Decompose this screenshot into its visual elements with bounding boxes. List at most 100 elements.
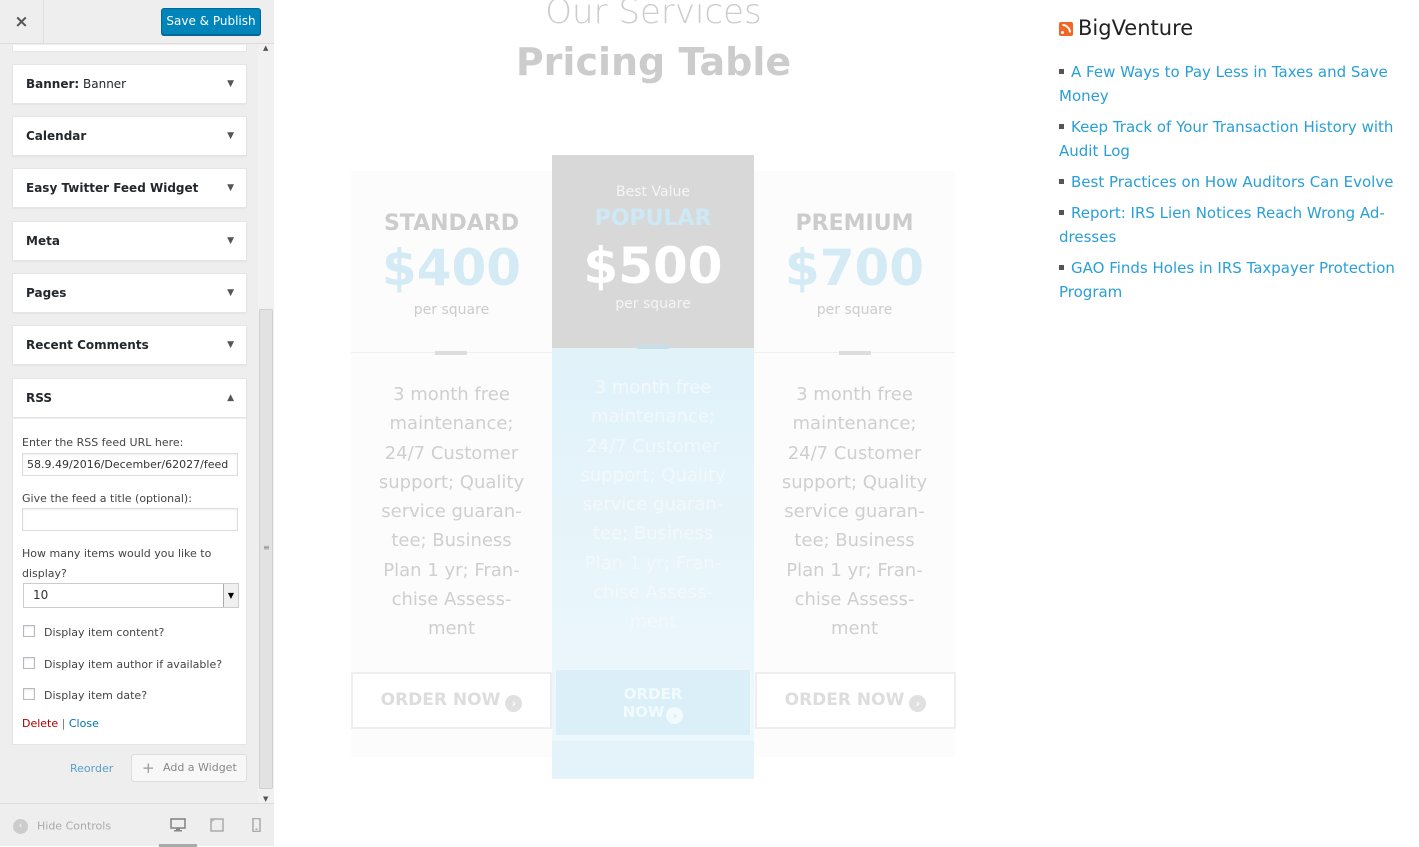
divider-accent bbox=[435, 351, 467, 355]
plan-unit: per square bbox=[816, 302, 893, 318]
widget-banner[interactable]: Banner: Banner ▼ bbox=[12, 64, 247, 104]
pricing-column-popular: Best Value POPULAR $500 per square 3 mon… bbox=[552, 155, 754, 779]
show-author-checkbox[interactable] bbox=[23, 657, 35, 669]
collapse-arrow-icon[interactable]: ▲ bbox=[227, 393, 234, 403]
rss-widget-form: Enter the RSS feed URL here: 58.9.49/201… bbox=[12, 418, 247, 745]
mobile-preview-icon[interactable] bbox=[249, 818, 265, 832]
arrow-circle-icon: › bbox=[505, 695, 523, 712]
best-value-badge: Best Value bbox=[616, 184, 690, 200]
expand-arrow-icon[interactable]: ▼ bbox=[227, 340, 234, 350]
rss-item-link[interactable]: Report: IRS Lien Notices Reach Wrong Ad-… bbox=[1059, 201, 1399, 249]
rss-items-select[interactable]: 10 ▼ bbox=[23, 583, 239, 608]
widget-title: Easy Twitter Feed Widget bbox=[26, 181, 199, 195]
reorder-link[interactable]: Reorder bbox=[70, 762, 113, 775]
dropdown-arrow-icon[interactable]: ▼ bbox=[223, 584, 238, 607]
bullet-icon bbox=[1059, 124, 1064, 129]
bullet-icon bbox=[1059, 69, 1064, 74]
divider-accent bbox=[839, 351, 871, 355]
tablet-preview-icon[interactable] bbox=[209, 818, 225, 832]
section-title: Our Services bbox=[545, 0, 762, 32]
rss-item-link[interactable]: A Few Ways to Pay Less in Taxes and Save… bbox=[1059, 60, 1399, 108]
order-now-button-premium[interactable]: ORDER NOW › bbox=[755, 672, 956, 729]
arrow-circle-icon: › bbox=[666, 707, 684, 724]
pricing-column-premium: PREMIUM $700 per square 3 month free main… bbox=[754, 171, 955, 757]
panel-scrollbar[interactable]: ▲ ≡ ▼ bbox=[258, 44, 274, 803]
rss-title-input[interactable] bbox=[22, 508, 238, 531]
rss-item-link[interactable]: GAO Finds Holes in IRS Taxpayer Protecti… bbox=[1059, 256, 1399, 304]
widget-title: Meta bbox=[26, 234, 60, 248]
rss-widget-title[interactable]: BigVenture bbox=[1078, 16, 1193, 40]
show-content-label: Display item content? bbox=[44, 626, 165, 639]
show-content-checkbox[interactable] bbox=[23, 625, 35, 637]
hide-controls-label: Hide Controls bbox=[37, 819, 112, 833]
expand-arrow-icon[interactable]: ▼ bbox=[227, 183, 234, 193]
plan-price: $500 bbox=[583, 237, 723, 295]
bullet-icon bbox=[1059, 179, 1064, 184]
rss-url-label: Enter the RSS feed URL here: bbox=[22, 436, 184, 449]
bullet-icon bbox=[1059, 210, 1064, 215]
widget-easy-twitter-feed[interactable]: Easy Twitter Feed Widget ▼ bbox=[12, 168, 247, 208]
save-publish-button[interactable]: Save & Publish bbox=[161, 8, 261, 35]
order-now-button-popular[interactable]: ORDER NOW › bbox=[555, 669, 751, 736]
popular-header: Best Value POPULAR $500 per square bbox=[552, 155, 754, 348]
scroll-down-icon[interactable]: ▼ bbox=[263, 795, 268, 803]
close-link[interactable]: Close bbox=[69, 717, 99, 730]
plan-description: 3 month free maintenance; 24/7 Customer sup… bbox=[580, 377, 726, 633]
rss-item-link[interactable]: Keep Track of Your Transaction History w… bbox=[1059, 115, 1399, 163]
show-author-label: Display item author if available? bbox=[44, 658, 223, 671]
widget-calendar[interactable]: Calendar ▼ bbox=[12, 116, 247, 156]
section-subtitle: Pricing Table bbox=[515, 40, 792, 84]
widget-title: Calendar bbox=[26, 129, 87, 143]
expand-arrow-icon[interactable]: ▼ bbox=[227, 131, 234, 141]
widget-rss[interactable]: RSS ▲ bbox=[12, 378, 247, 418]
expand-arrow-icon[interactable]: ▼ bbox=[227, 79, 234, 89]
add-widget-label: Add a Widget bbox=[163, 761, 237, 774]
site-preview: Our Services Pricing Table STANDARD $400… bbox=[275, 0, 1419, 846]
hide-controls-button[interactable]: ‹ Hide Controls bbox=[13, 819, 111, 834]
plan-description: 3 month free maintenance; 24/7 Customer sup… bbox=[781, 384, 928, 640]
plan-description: 3 month free maintenance; 24/7 Customer sup… bbox=[378, 384, 525, 640]
scroll-up-icon[interactable]: ▲ bbox=[263, 44, 268, 52]
widget-previous-edge bbox=[12, 45, 247, 52]
widget-actions: Delete | Close bbox=[22, 717, 99, 730]
plan-name: POPULAR bbox=[594, 206, 712, 231]
collapse-icon: ‹ bbox=[13, 819, 28, 834]
plan-name: PREMIUM bbox=[795, 211, 914, 236]
rss-item-link[interactable]: Best Practices on How Auditors Can Evolv… bbox=[1059, 170, 1399, 194]
widget-pages[interactable]: Pages ▼ bbox=[12, 273, 247, 313]
add-widget-button[interactable]: + Add a Widget bbox=[131, 754, 247, 782]
pricing-column-standard: STANDARD $400 per square 3 month free mai… bbox=[351, 171, 552, 757]
rss-url-input[interactable]: 58.9.49/2016/December/62027/feed bbox=[22, 453, 238, 476]
widget-title: Pages bbox=[26, 286, 67, 300]
show-date-label: Display item date? bbox=[44, 689, 148, 702]
customizer-footer: ‹ Hide Controls bbox=[0, 803, 274, 847]
plus-icon: + bbox=[142, 759, 155, 777]
rss-items-label: How many items would you like to bbox=[22, 547, 212, 560]
customizer-header: × Save & Publish bbox=[0, 0, 274, 44]
rss-title-label: Give the feed a title (optional): bbox=[22, 492, 192, 505]
plan-name: STANDARD bbox=[383, 211, 520, 236]
rss-widget-heading[interactable]: BigVenture bbox=[1059, 16, 1193, 40]
widget-recent-comments[interactable]: Recent Comments ▼ bbox=[12, 325, 247, 365]
separator: | bbox=[61, 717, 66, 730]
delete-link[interactable]: Delete bbox=[22, 717, 58, 730]
widgets-panel: Banner: Banner ▼ Calendar ▼ Easy Twitter… bbox=[0, 45, 258, 803]
plan-unit: per square bbox=[413, 302, 490, 318]
desktop-preview-icon[interactable] bbox=[170, 818, 186, 832]
show-date-checkbox[interactable] bbox=[23, 688, 35, 700]
grip-icon: ≡ bbox=[263, 543, 270, 552]
rss-item-list: A Few Ways to Pay Less in Taxes and Save… bbox=[1059, 60, 1399, 311]
widget-title: RSS bbox=[26, 391, 52, 405]
order-now-button-standard[interactable]: ORDER NOW › bbox=[351, 672, 552, 729]
rss-icon[interactable] bbox=[1059, 22, 1073, 36]
plan-unit: per square bbox=[615, 296, 691, 312]
scroll-thumb[interactable]: ≡ bbox=[259, 309, 273, 789]
popular-footer bbox=[552, 741, 754, 779]
close-icon[interactable]: × bbox=[0, 0, 44, 44]
expand-arrow-icon[interactable]: ▼ bbox=[227, 236, 234, 246]
expand-arrow-icon[interactable]: ▼ bbox=[227, 288, 234, 298]
bullet-icon bbox=[1059, 265, 1064, 270]
widget-title: Banner: Banner bbox=[26, 77, 127, 91]
widget-title: Recent Comments bbox=[26, 338, 149, 352]
widget-meta[interactable]: Meta ▼ bbox=[12, 221, 247, 261]
